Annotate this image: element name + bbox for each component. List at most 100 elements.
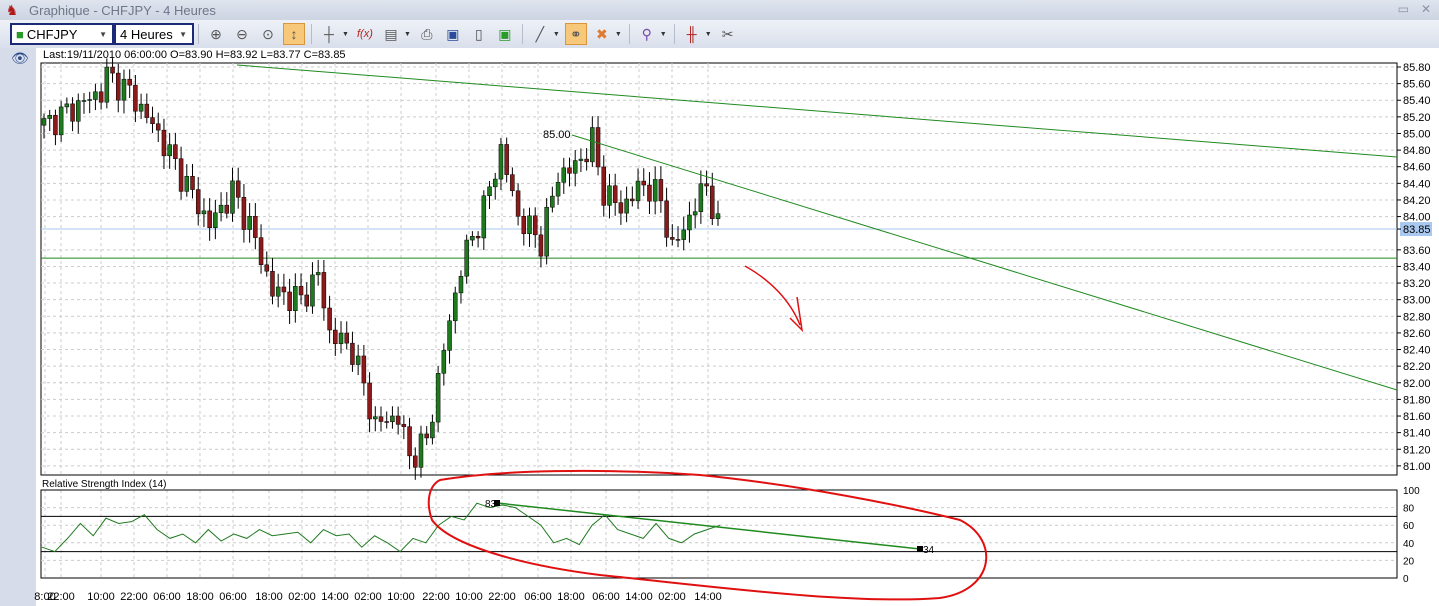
rsi-plot-frame [40,489,1398,579]
x-tick-label: 10:00 [387,591,415,603]
y-tick-label: 85.60 [1403,79,1431,91]
candle-body [235,180,241,198]
candle-body [498,144,504,180]
candle-body [475,236,481,239]
chart-svg[interactable]: 8:0022:00 10:00 22:00 06:00 18:00 06:00 18:00 0… [0,0,1439,606]
candle-body [710,185,715,219]
y-tick-label: 84.20 [1403,195,1431,207]
candle-body [413,455,418,468]
candle-body [310,274,315,307]
candle-body [241,197,247,230]
y-tick-label: 84.60 [1403,162,1431,174]
candle-body [144,103,150,118]
candle-body [133,84,138,112]
candle-body [601,166,607,206]
candle-body [584,158,589,163]
candle-body [418,433,424,468]
candle-body [384,421,389,423]
candle-body [190,176,195,190]
candle-body [435,373,441,423]
trendline-short [571,134,1398,391]
candle-body [344,332,349,344]
candle-body [173,144,178,159]
candle-body [355,355,361,365]
candle-body [275,286,281,297]
y-tick-label: 82.40 [1403,345,1431,357]
rsi-trendline-label: 83 [485,499,497,510]
candle-body [538,234,544,257]
candle-body [253,216,258,238]
x-tick-label: 18:00 [557,591,585,603]
candle-body [76,100,81,122]
y-tick-label: 85.00 [1403,128,1431,140]
x-tick-label: 10:00 [87,591,115,603]
rsi-tick-label: 60 [1403,521,1415,532]
candle-body [121,78,127,101]
x-tick-label: 02:00 [354,591,382,603]
candle-body [618,202,624,214]
candle-body [264,264,270,272]
y-tick-label: 84.40 [1403,178,1431,190]
y-tick-label: 82.60 [1403,328,1431,340]
candle-body [567,167,572,174]
candle-body [138,103,144,112]
candle-body [338,332,344,345]
x-tick-label: 18:00 [255,591,283,603]
candle-body [595,127,601,168]
x-tick-label: 22:00 [488,591,516,603]
rsi-title: Relative Strength Index (14) [42,479,167,490]
candle-body [127,78,132,86]
candle-body [270,270,275,297]
candle-body [155,123,161,131]
x-tick-label: 22:00 [120,591,148,603]
candle-body [624,198,629,214]
trendline-long [236,64,1398,158]
candle-body [247,216,252,230]
candle-body [53,115,58,136]
candle-body [527,215,532,234]
x-tick-label: 22:00 [47,591,75,603]
candle-body [441,350,447,374]
price-plot-frame [40,62,1398,476]
y-tick-label: 84.80 [1403,145,1431,157]
candle-body [652,179,658,202]
candle-body [350,342,355,365]
candle-body [321,272,327,309]
candle-body [195,189,201,215]
candle-body [167,144,172,157]
x-tick-label: 02:00 [288,591,316,603]
candle-body [715,213,721,219]
candle-body [561,167,567,183]
candle-body [698,183,704,212]
candle-body [407,426,412,457]
candle-body [367,382,372,420]
y-tick-label: 85.40 [1403,95,1431,107]
candle-body [658,179,664,202]
rsi-trendline-label: 34 [923,545,935,556]
candle-body [504,144,509,175]
candle-body [635,180,641,202]
candle-body [64,103,70,108]
candle-body [327,307,332,331]
candle-body [670,237,675,240]
candle-body [612,185,618,203]
x-tick-label: 14:00 [694,591,722,603]
rsi-tick-label: 20 [1403,556,1415,567]
rsi-line [41,502,721,553]
candle-body [58,106,64,136]
x-tick-label: 06:00 [524,591,552,603]
rsi-tick-label: 100 [1403,486,1420,497]
y-tick-label: 81.80 [1403,394,1431,406]
candle-body [550,195,555,208]
candle-body [607,185,612,206]
candle-body [532,215,538,236]
candle-body [161,129,167,157]
candle-body [150,117,155,124]
x-tick-label: 06:00 [153,591,181,603]
candle-body [207,210,212,228]
y-tick-label: 85.80 [1403,62,1431,74]
y-tick-label: 82.80 [1403,311,1431,323]
rsi-tick-label: 80 [1403,504,1415,515]
candle-body [47,115,52,119]
candle-body [687,214,692,231]
